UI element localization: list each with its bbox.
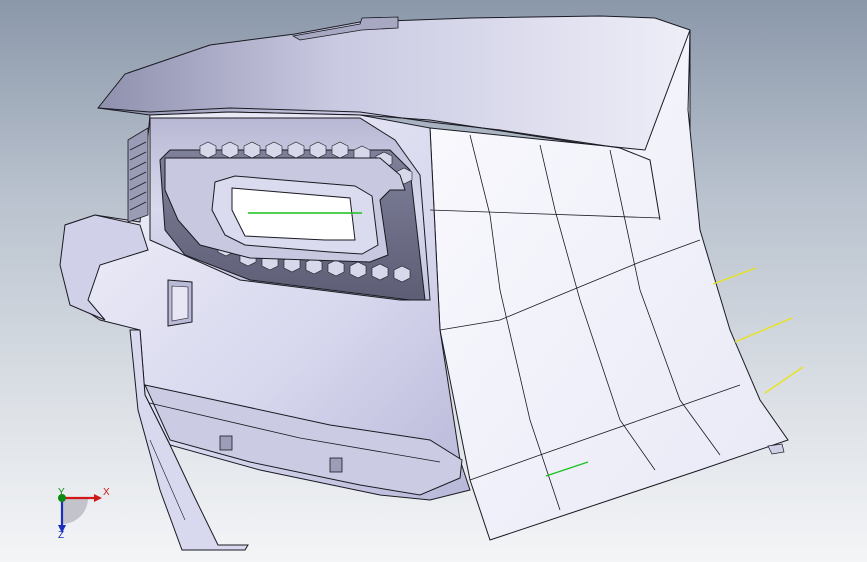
triad-plane: [62, 498, 88, 524]
tow-hole-right: [329, 457, 343, 473]
sensor-pocket-inner: [171, 285, 189, 322]
tow-hole-left: [219, 435, 233, 451]
side-vent: [127, 127, 149, 223]
y-axis-label: Y: [58, 487, 65, 498]
bumper-model[interactable]: [0, 0, 867, 562]
z-axis-label: Z: [58, 530, 65, 541]
graphics-viewport[interactable]: X Y Z: [0, 0, 867, 562]
x-axis-label: X: [103, 487, 110, 498]
x-axis-head: [94, 494, 102, 502]
corner-clip: [767, 443, 785, 455]
